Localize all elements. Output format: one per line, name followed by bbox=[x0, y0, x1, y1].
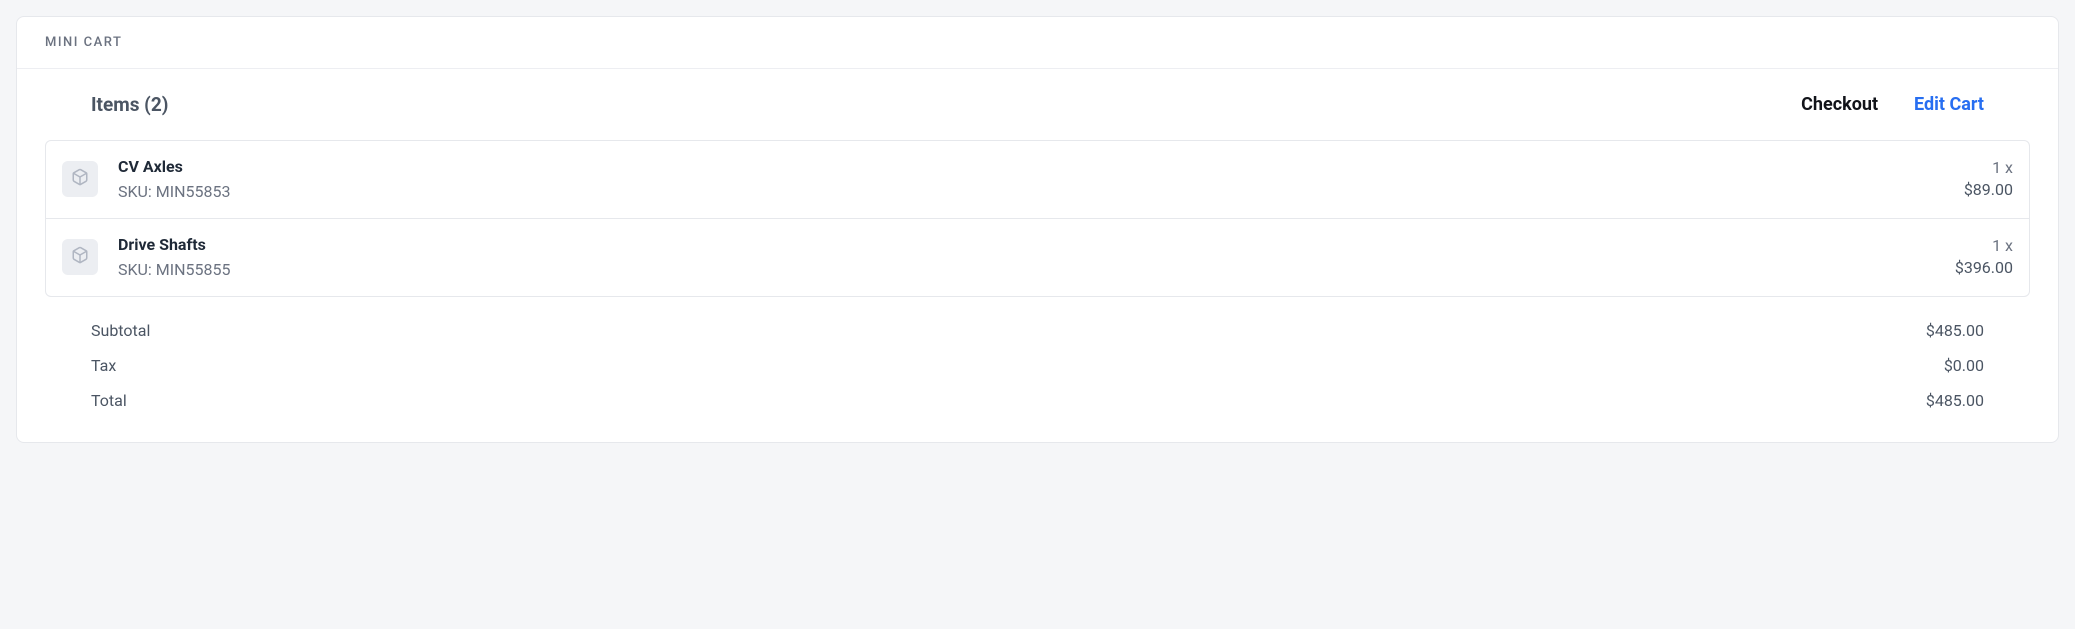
cart-summary: Subtotal $485.00 Tax $0.00 Total $485.00 bbox=[45, 297, 2030, 418]
item-sku: SKU: MIN55855 bbox=[118, 260, 1935, 279]
total-value: $485.00 bbox=[1926, 391, 1984, 410]
items-count-label: Items (2) bbox=[91, 93, 168, 116]
item-info: CV Axles SKU: MIN55853 bbox=[118, 157, 1944, 201]
item-price: $89.00 bbox=[1964, 179, 2013, 201]
item-quantity: 1 x bbox=[1964, 157, 2013, 179]
subtotal-label: Subtotal bbox=[91, 321, 150, 340]
tax-value: $0.00 bbox=[1944, 356, 1984, 375]
product-thumbnail bbox=[62, 161, 98, 197]
edit-cart-link[interactable]: Edit Cart bbox=[1914, 94, 1984, 115]
cart-header: Items (2) Checkout Edit Cart bbox=[45, 87, 2030, 140]
item-price: $396.00 bbox=[1955, 257, 2013, 279]
total-label: Total bbox=[91, 391, 127, 410]
checkout-link[interactable]: Checkout bbox=[1801, 94, 1878, 115]
product-thumbnail bbox=[62, 239, 98, 275]
item-name: CV Axles bbox=[118, 157, 1944, 176]
cart-item-row: CV Axles SKU: MIN55853 1 x $89.00 bbox=[46, 141, 2029, 219]
cart-items-list: CV Axles SKU: MIN55853 1 x $89.00 bbox=[45, 140, 2030, 297]
summary-total-row: Total $485.00 bbox=[91, 383, 1984, 418]
item-sku: SKU: MIN55853 bbox=[118, 182, 1944, 201]
summary-subtotal-row: Subtotal $485.00 bbox=[91, 313, 1984, 348]
item-name: Drive Shafts bbox=[118, 235, 1935, 254]
mini-cart-card: Mini cart Items (2) Checkout Edit Cart bbox=[16, 16, 2059, 443]
item-info: Drive Shafts SKU: MIN55855 bbox=[118, 235, 1935, 279]
cart-item-row: Drive Shafts SKU: MIN55855 1 x $396.00 bbox=[46, 219, 2029, 296]
card-body: Items (2) Checkout Edit Cart bbox=[17, 69, 2058, 442]
item-right: 1 x $396.00 bbox=[1955, 235, 2013, 280]
tax-label: Tax bbox=[91, 356, 116, 375]
item-quantity: 1 x bbox=[1955, 235, 2013, 257]
header-actions: Checkout Edit Cart bbox=[1801, 94, 1984, 115]
package-icon bbox=[71, 246, 89, 268]
package-icon bbox=[71, 168, 89, 190]
card-title: Mini cart bbox=[17, 17, 2058, 69]
item-right: 1 x $89.00 bbox=[1964, 157, 2013, 202]
subtotal-value: $485.00 bbox=[1926, 321, 1984, 340]
summary-tax-row: Tax $0.00 bbox=[91, 348, 1984, 383]
